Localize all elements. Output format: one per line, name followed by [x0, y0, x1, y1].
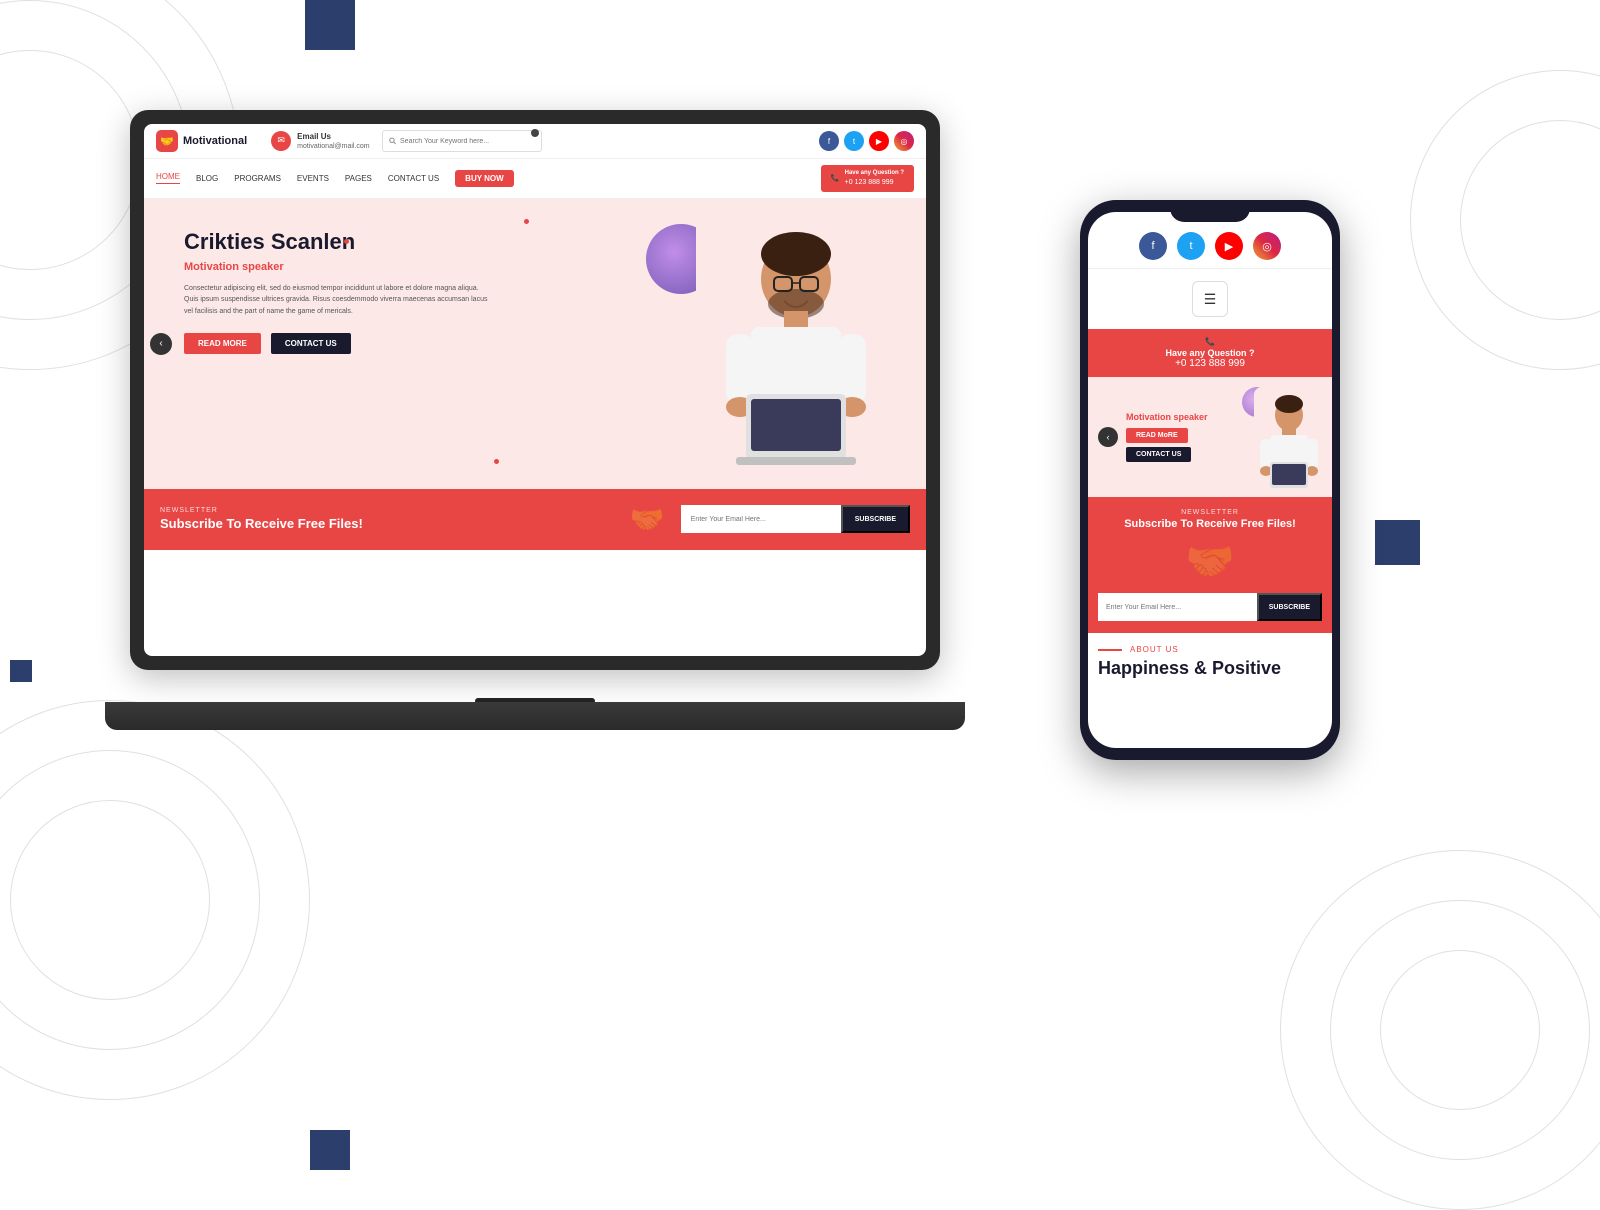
nav-contact[interactable]: CONTACT US — [388, 174, 439, 183]
brand-name: Motivational — [183, 135, 247, 147]
laptop-camera — [531, 129, 539, 137]
main-scene: 🤝 Motivational ✉ Email Us motivational@m… — [0, 0, 1600, 1200]
buy-now-button[interactable]: BUY NOW — [455, 170, 514, 187]
phone-about-section: ABOUT US Happiness & Positive — [1088, 633, 1332, 691]
phone-newsletter-title: Subscribe To Receive Free Files! — [1098, 518, 1322, 530]
search-icon — [389, 137, 396, 145]
hero-description: Consectetur adipiscing elit, sed do eius… — [184, 283, 494, 317]
hero-title: Crikties Scanlen — [184, 229, 494, 255]
hero-person-image — [696, 209, 896, 489]
phone-menu-row: ☰ — [1088, 269, 1332, 329]
logo-icon: 🤝 — [156, 130, 178, 152]
phone-texts: Have any Question ? +0 123 888 999 — [845, 170, 904, 187]
newsletter-email-input[interactable] — [681, 505, 841, 533]
phone-number: +0 123 888 999 — [845, 178, 904, 187]
laptop-hero: ‹ Crikties Scanlen Motivation speaker Co… — [144, 199, 926, 489]
nav-home[interactable]: HOME — [156, 172, 180, 184]
laptop-newsletter: NEWSLETTER Subscribe To Receive Free Fil… — [144, 489, 926, 550]
about-section-header: ABOUT US — [1098, 645, 1322, 654]
phone-youtube-icon[interactable]: ▶ — [1215, 232, 1243, 260]
phone-read-more-button[interactable]: READ MoRE — [1126, 428, 1188, 443]
phone-notch — [1170, 200, 1250, 222]
phone-newsletter-email-input[interactable] — [1098, 593, 1257, 621]
about-label: ABOUT US — [1130, 645, 1179, 654]
phone-instagram-icon[interactable]: ◎ — [1253, 232, 1281, 260]
email-texts: Email Us motivational@mail.com — [297, 131, 369, 152]
hero-subtitle: Motivation speaker — [184, 261, 494, 273]
phone-prev-button[interactable]: ‹ — [1098, 427, 1118, 447]
dot-deco — [494, 459, 499, 464]
newsletter-form: SUBSCRIBE — [681, 505, 910, 533]
phone-contact-bar: 📞 Have any Question ? +0 123 888 999 — [1088, 329, 1332, 377]
contact-us-button[interactable]: CONTACT US — [271, 333, 351, 354]
facebook-icon[interactable]: f — [819, 131, 839, 151]
have-question-text: Have any Question ? — [845, 170, 904, 178]
search-input[interactable] — [400, 138, 535, 145]
phone-hero: ‹ Motivation speaker READ MoRE CONTACT U… — [1088, 377, 1332, 497]
phone-frame: f t ▶ ◎ ☰ 📞 Have any Question ? +0 123 8… — [1080, 200, 1340, 760]
hero-buttons: READ MORE CONTACT US — [184, 333, 494, 354]
phone-number-display: +0 123 888 999 — [1096, 358, 1324, 369]
phone-hero-person — [1254, 387, 1324, 497]
email-section: ✉ Email Us motivational@mail.com — [271, 131, 369, 152]
newsletter-label: NEWSLETTER — [160, 507, 614, 514]
laptop-device: 🤝 Motivational ✉ Email Us motivational@m… — [130, 110, 940, 730]
person-svg — [696, 209, 896, 489]
phone-newsletter-label: NEWSLETTER — [1098, 509, 1322, 516]
youtube-icon[interactable]: ▶ — [869, 131, 889, 151]
phone-icon: 📞 — [831, 174, 840, 182]
laptop-bezel: 🤝 Motivational ✉ Email Us motivational@m… — [144, 124, 926, 656]
twitter-icon[interactable]: t — [844, 131, 864, 151]
laptop-logo: 🤝 Motivational — [156, 130, 247, 152]
phone-person-svg — [1254, 387, 1324, 497]
phone-twitter-icon[interactable]: t — [1177, 232, 1205, 260]
about-title: Happiness & Positive — [1098, 658, 1322, 679]
newsletter-texts: NEWSLETTER Subscribe To Receive Free Fil… — [160, 507, 614, 531]
read-more-button[interactable]: READ MORE — [184, 333, 261, 354]
email-address: motivational@mail.com — [297, 142, 369, 152]
hero-prev-button[interactable]: ‹ — [150, 333, 172, 355]
instagram-icon[interactable]: ◎ — [894, 131, 914, 151]
dot-deco — [344, 239, 349, 244]
phone-icon-row: 📞 — [1096, 337, 1324, 346]
phone-newsletter: NEWSLETTER Subscribe To Receive Free Fil… — [1088, 497, 1332, 633]
phone-have-question: Have any Question ? — [1096, 348, 1324, 358]
phone-newsletter-icon: 🤝 — [1098, 538, 1322, 585]
phone-contact-us-button[interactable]: CONTACT US — [1126, 447, 1191, 462]
phone-device: f t ▶ ◎ ☰ 📞 Have any Question ? +0 123 8… — [1080, 200, 1340, 760]
newsletter-icon: 🤝 — [630, 503, 665, 536]
nav-blog[interactable]: BLOG — [196, 174, 218, 183]
hamburger-menu-button[interactable]: ☰ — [1192, 281, 1228, 317]
laptop-base — [105, 702, 965, 730]
phone-screen: f t ▶ ◎ ☰ 📞 Have any Question ? +0 123 8… — [1088, 212, 1332, 748]
email-label: Email Us — [297, 131, 369, 142]
laptop-frame: 🤝 Motivational ✉ Email Us motivational@m… — [130, 110, 940, 670]
email-icon: ✉ — [271, 131, 291, 151]
social-icons: f t ▶ ◎ — [819, 131, 914, 151]
laptop-screen: 🤝 Motivational ✉ Email Us motivational@m… — [144, 124, 926, 656]
phone-contact-bar: 📞 Have any Question ? +0 123 888 999 — [821, 165, 914, 192]
phone-facebook-icon[interactable]: f — [1139, 232, 1167, 260]
laptop-navbar: HOME BLOG PROGRAMS EVENTS PAGES CONTACT … — [144, 159, 926, 199]
search-box[interactable] — [382, 130, 542, 152]
phone-subscribe-button[interactable]: SUBSCRIBE — [1257, 593, 1322, 621]
nav-programs[interactable]: PROGRAMS — [234, 174, 281, 183]
nav-pages[interactable]: PAGES — [345, 174, 372, 183]
about-dash — [1098, 649, 1122, 651]
hero-content: Crikties Scanlen Motivation speaker Cons… — [184, 229, 494, 354]
newsletter-subscribe-button[interactable]: SUBSCRIBE — [841, 505, 910, 533]
nav-events[interactable]: EVENTS — [297, 174, 329, 183]
phone-newsletter-form: SUBSCRIBE — [1098, 593, 1322, 621]
dot-deco — [524, 219, 529, 224]
newsletter-title: Subscribe To Receive Free Files! — [160, 516, 614, 531]
